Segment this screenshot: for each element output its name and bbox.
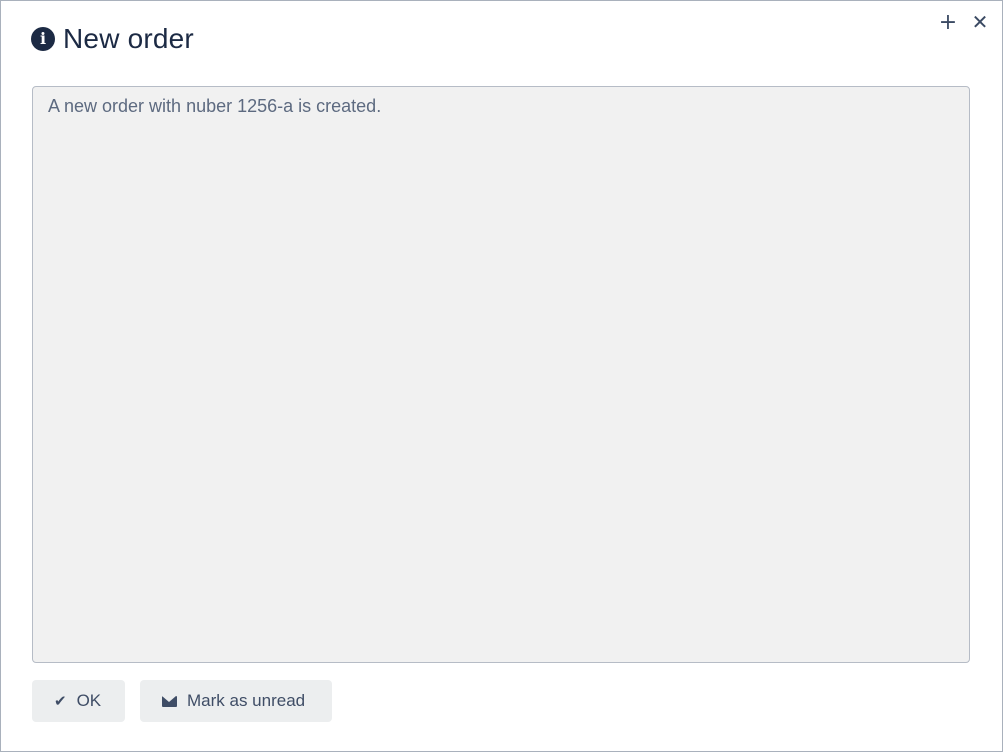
expand-button[interactable]: +	[935, 9, 961, 35]
new-order-dialog: i New order + ✕ A new order with nuber 1…	[0, 0, 1003, 752]
message-box: A new order with nuber 1256-a is created…	[32, 86, 970, 663]
ok-button[interactable]: ✔ OK	[32, 680, 125, 722]
dialog-title: New order	[63, 23, 194, 54]
plus-icon: +	[938, 9, 958, 35]
dialog-title-bar: i New order	[31, 23, 194, 55]
mark-as-unread-button[interactable]: Mark as unread	[140, 680, 332, 722]
mark-as-unread-label: Mark as unread	[187, 691, 306, 710]
info-icon: i	[31, 27, 55, 51]
envelope-icon	[162, 695, 177, 707]
close-button[interactable]: ✕	[967, 9, 993, 35]
close-icon: ✕	[971, 10, 989, 34]
check-icon: ✔	[54, 692, 67, 710]
message-text: A new order with nuber 1256-a is created…	[48, 96, 382, 116]
ok-button-label: OK	[76, 691, 102, 710]
